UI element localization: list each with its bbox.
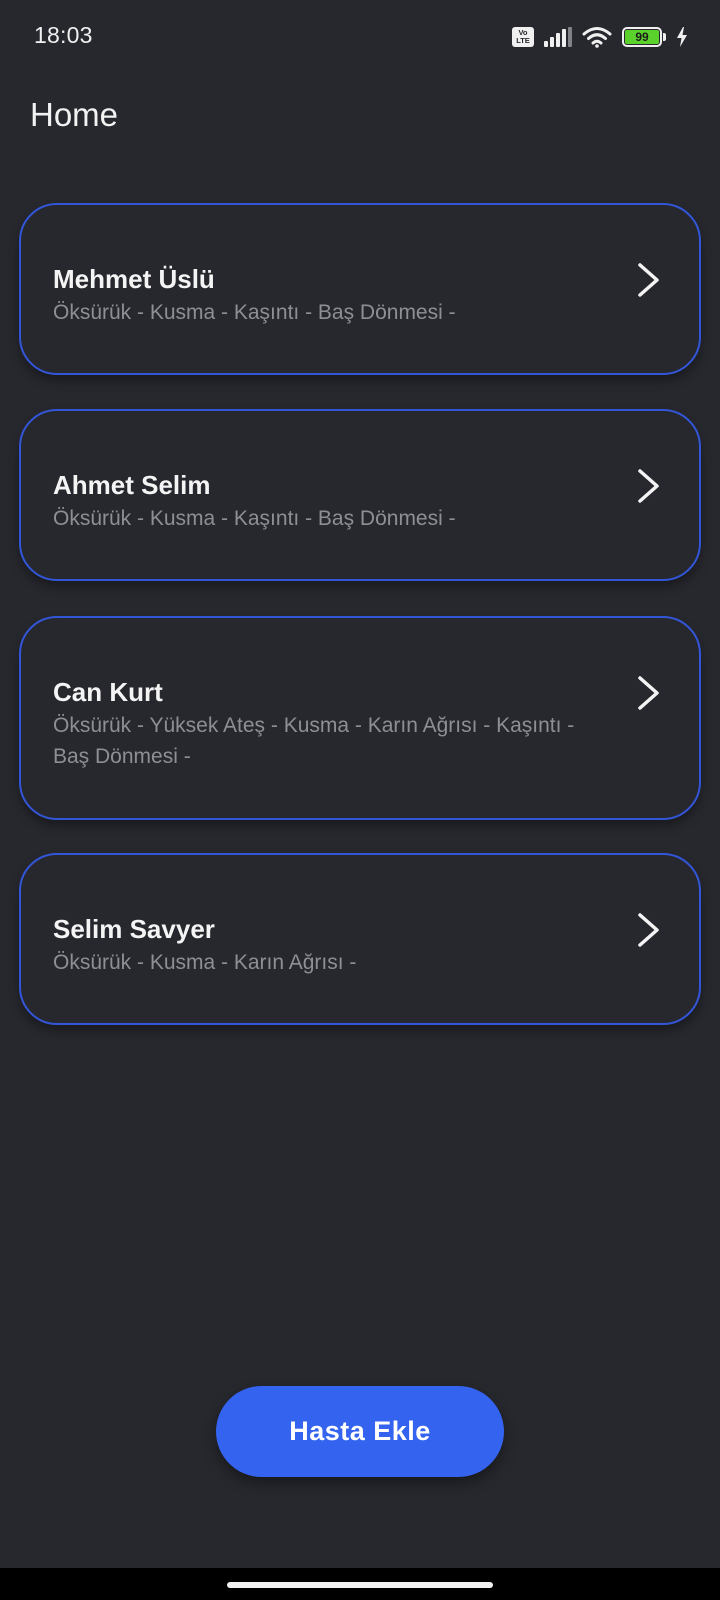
chevron-right-icon <box>638 676 659 710</box>
signal-icon <box>544 27 572 47</box>
battery-level: 99 <box>625 30 659 44</box>
chevron-right-icon <box>638 469 659 503</box>
patient-symptoms: Öksürük - Yüksek Ateş - Kusma - Karın Ağ… <box>53 714 575 768</box>
volte-bottom-label: LTE <box>516 36 530 45</box>
wifi-icon <box>582 27 612 48</box>
patient-card[interactable]: Selim Savyer Öksürük - Kusma - Karın Ağr… <box>19 853 701 1025</box>
patient-name: Ahmet Selim <box>53 470 211 500</box>
navigation-bar <box>0 1568 720 1600</box>
patient-card[interactable]: Can Kurt Öksürük - Yüksek Ateş - Kusma -… <box>19 616 701 820</box>
status-bar: 18:03 Vo LTE 99 <box>0 0 720 72</box>
patient-card[interactable]: Mehmet Üslü Öksürük - Kusma - Kaşıntı - … <box>19 203 701 375</box>
home-indicator[interactable] <box>227 1582 493 1588</box>
page-title: Home <box>30 96 119 133</box>
add-patient-button[interactable]: Hasta Ekle <box>216 1386 504 1477</box>
patient-symptoms: Öksürük - Kusma - Karın Ağrısı - <box>53 951 357 974</box>
patient-card[interactable]: Ahmet Selim Öksürük - Kusma - Kaşıntı - … <box>19 409 701 581</box>
battery-icon: 99 <box>622 27 666 47</box>
volte-icon: Vo LTE <box>512 27 534 47</box>
patient-symptoms: Öksürük - Kusma - Kaşıntı - Baş Dönmesi … <box>53 507 456 530</box>
patient-symptoms: Öksürük - Kusma - Kaşıntı - Baş Dönmesi … <box>53 301 456 324</box>
patient-name: Selim Savyer <box>53 914 215 944</box>
chevron-right-icon <box>638 913 659 947</box>
charging-icon <box>677 27 687 47</box>
chevron-right-icon <box>638 263 659 297</box>
status-time: 18:03 <box>34 22 93 48</box>
patient-name: Mehmet Üslü <box>53 264 215 294</box>
patient-name: Can Kurt <box>53 677 163 707</box>
home-screen: 18:03 Vo LTE 99 Home Mehmet Üslü Öksürük… <box>0 0 720 1600</box>
status-icons: Vo LTE 99 <box>512 24 688 50</box>
